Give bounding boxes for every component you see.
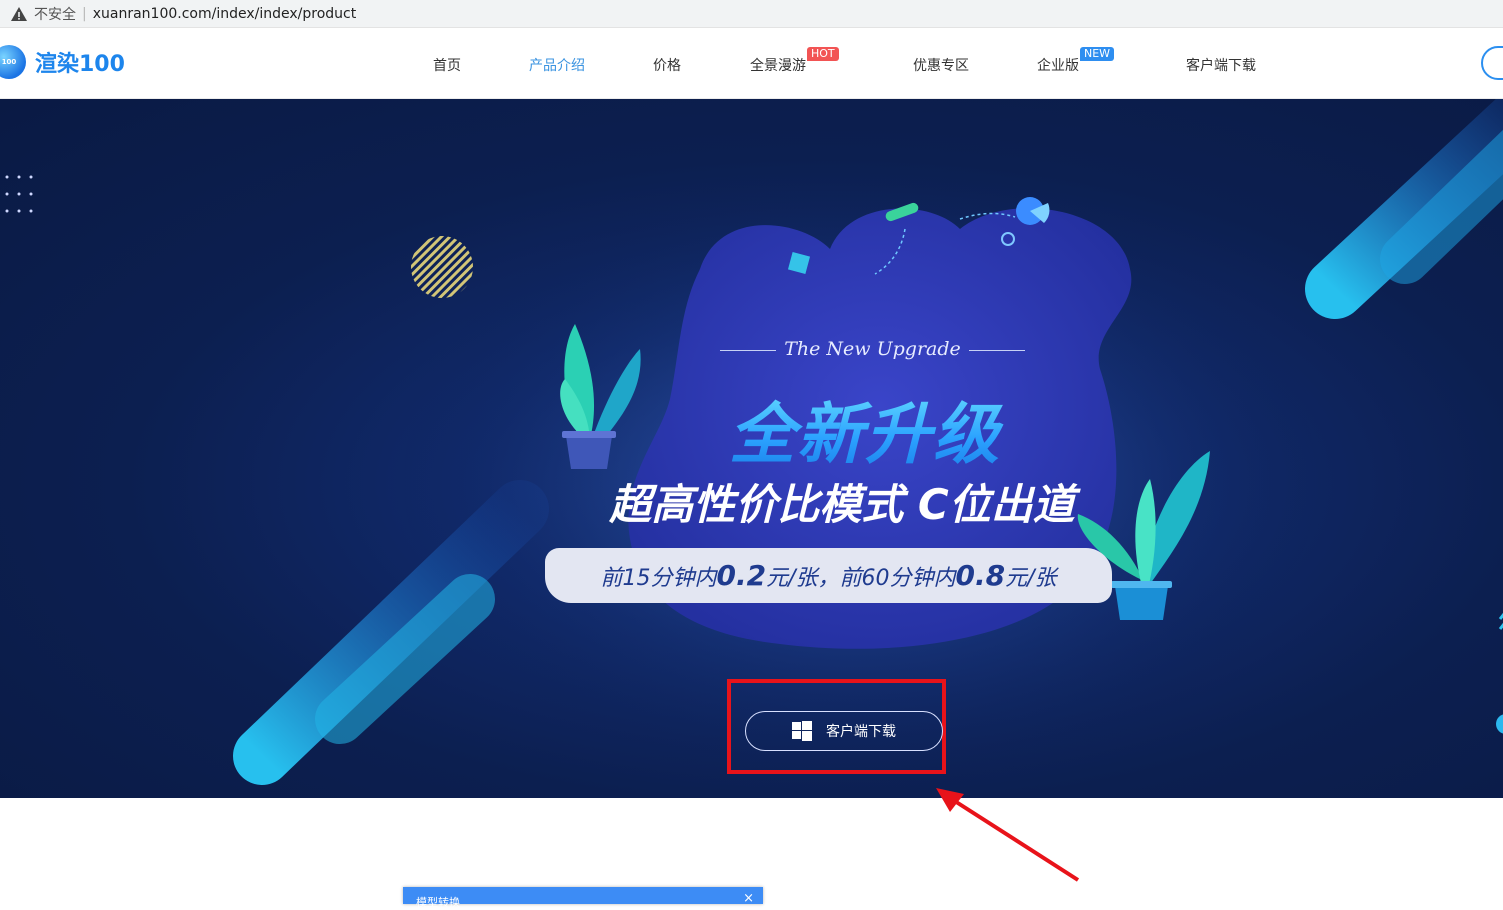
nav-item-client-download[interactable]: 客户端下载 <box>1186 55 1256 75</box>
price-text-3: 元/张 <box>1005 565 1057 591</box>
dialog-title: 模型转换 <box>416 896 460 909</box>
new-badge: NEW <box>1080 47 1115 61</box>
price-text-2: 元/张，前60分钟内 <box>766 565 956 591</box>
nav-item-panorama[interactable]: 全景漫游 HOT <box>750 47 839 75</box>
hero-tagline: The New Upgrade <box>720 338 1025 360</box>
model-conversion-dialog: 模型转换 × <box>403 887 763 909</box>
price-value-2: 0.8 <box>955 559 1006 592</box>
hero-subtitle: 超高性价比模式 C位出道 <box>609 480 1075 529</box>
client-download-label: 客户端下载 <box>826 724 896 740</box>
nav-item-enterprise[interactable]: 企业版 NEW <box>1037 47 1115 75</box>
nav-item-promo[interactable]: 优惠专区 <box>913 55 969 75</box>
hot-badge: HOT <box>807 47 839 61</box>
top-navigation: 100 渲染100 首页 产品介绍 价格 全景漫游 HOT 优惠专区 企业版 NEW… <box>0 28 1503 99</box>
site-logo[interactable]: 100 渲染100 <box>0 45 125 79</box>
address-bar[interactable]: 不安全 | xuanran100.com/index/index/product <box>0 0 1503 28</box>
client-download-button[interactable]: 客户端下载 <box>745 711 943 751</box>
divider: | <box>82 5 87 22</box>
price-text-1: 前15分钟内 <box>600 565 717 591</box>
hero-title: 全新升级 <box>700 381 1030 477</box>
url-text[interactable]: xuanran100.com/index/index/product <box>93 6 357 22</box>
price-banner: 前15分钟内 0.2 元/张，前60分钟内 0.8 元/张 <box>545 548 1112 603</box>
windows-icon <box>792 721 812 741</box>
price-value-1: 0.2 <box>716 559 767 592</box>
warning-icon <box>11 6 27 21</box>
logo-badge: 100 <box>0 45 26 79</box>
logo-text: 渲染100 <box>35 52 125 77</box>
nav-item-product[interactable]: 产品介绍 <box>529 55 585 75</box>
annotation-arrow-icon <box>936 788 1080 882</box>
login-button[interactable] <box>1481 46 1503 80</box>
nav-item-price[interactable]: 价格 <box>653 55 681 75</box>
hero-banner: The New Upgrade 全新升级 超高性价比模式 C位出道 前15分钟内… <box>0 99 1503 798</box>
security-status-label[interactable]: 不安全 <box>34 4 76 24</box>
nav-item-home[interactable]: 首页 <box>433 55 461 75</box>
